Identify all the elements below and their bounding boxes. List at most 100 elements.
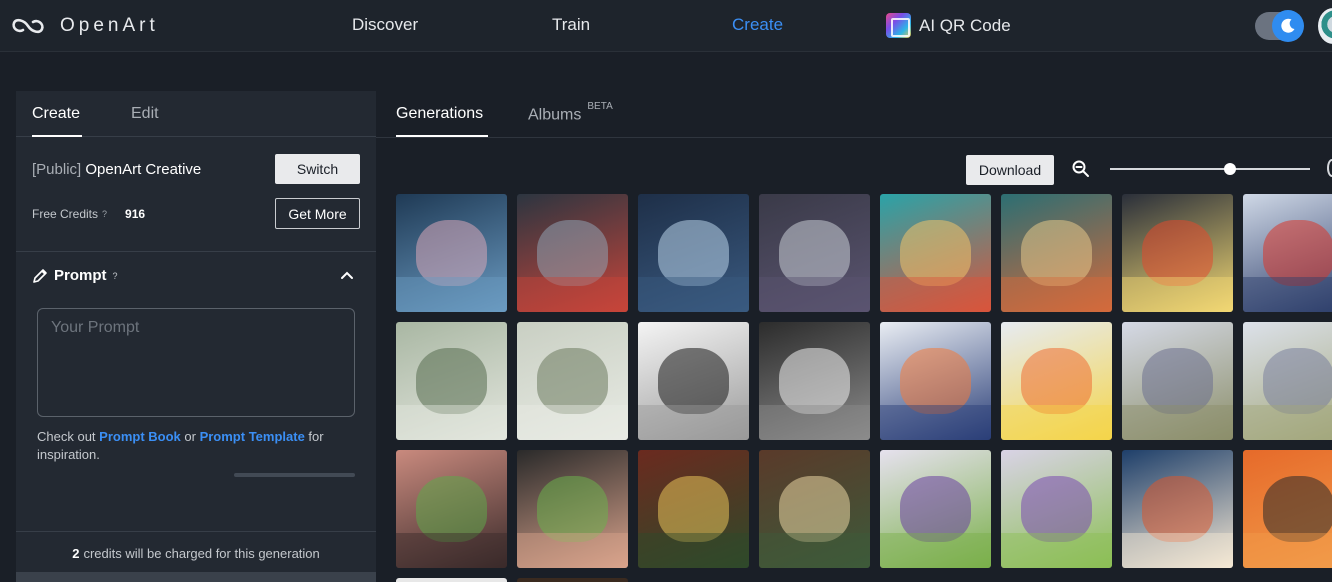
generated-image[interactable]	[517, 578, 628, 582]
zoom-out-icon[interactable]	[1072, 159, 1090, 179]
generate-button[interactable]	[16, 572, 376, 582]
generated-image[interactable]	[1243, 322, 1332, 440]
image-content	[638, 450, 749, 568]
active-tab-indicator	[396, 135, 488, 137]
generated-image[interactable]	[1122, 194, 1233, 312]
qr-code-icon	[886, 13, 911, 38]
zoom-in-icon[interactable]	[1327, 159, 1332, 177]
create-panel: Create Edit [Public] OpenArt Creative Sw…	[16, 91, 376, 582]
charge-count: 2	[72, 545, 80, 561]
model-selector: [Public] OpenArt Creative	[32, 161, 201, 178]
hint-text-pre: Check out	[37, 429, 100, 444]
generated-image[interactable]	[517, 322, 628, 440]
prompt-title: Prompt	[54, 267, 107, 284]
credits-info-icon[interactable]: ?	[102, 209, 107, 219]
image-content	[638, 322, 749, 440]
tab-create[interactable]: Create	[32, 105, 80, 123]
tab-edit[interactable]: Edit	[131, 105, 159, 123]
image-content	[1243, 322, 1332, 440]
free-credits: Free Credits ? 916	[32, 207, 145, 221]
prompt-hint: Check out Prompt Book or Prompt Template…	[37, 428, 357, 464]
image-content	[517, 322, 628, 440]
image-content	[1001, 322, 1112, 440]
generated-image[interactable]	[1122, 450, 1233, 568]
nav-train[interactable]: Train	[552, 15, 590, 35]
generated-image[interactable]	[880, 322, 991, 440]
generated-image[interactable]	[759, 450, 870, 568]
generated-image[interactable]	[396, 450, 507, 568]
image-content	[396, 322, 507, 440]
image-content	[1001, 450, 1112, 568]
top-navbar: OpenArt Discover Train Create AI QR Code	[0, 0, 1332, 52]
model-scope: [Public]	[32, 161, 82, 178]
generated-image[interactable]	[396, 322, 507, 440]
image-content	[396, 450, 507, 568]
generated-image[interactable]	[517, 194, 628, 312]
generated-image[interactable]	[759, 322, 870, 440]
beta-badge: BETA	[587, 101, 613, 112]
generated-image[interactable]	[880, 194, 991, 312]
generated-image[interactable]	[638, 322, 749, 440]
generated-image[interactable]	[517, 450, 628, 568]
generated-image[interactable]	[396, 194, 507, 312]
chevron-up-icon[interactable]	[339, 269, 355, 281]
generated-image[interactable]	[1122, 322, 1233, 440]
image-content	[759, 322, 870, 440]
prompt-book-link[interactable]: Prompt Book	[99, 429, 181, 444]
zoom-slider-track[interactable]	[1110, 168, 1310, 170]
panel-scrollbar[interactable]	[234, 473, 355, 477]
pencil-icon	[33, 268, 47, 283]
nav-ai-qr-code[interactable]: AI QR Code	[886, 13, 1011, 38]
generated-image[interactable]	[396, 578, 507, 582]
hint-text-mid: or	[180, 429, 200, 444]
moon-icon	[1281, 18, 1295, 33]
nav-discover[interactable]: Discover	[352, 15, 418, 35]
generated-image[interactable]	[1243, 194, 1332, 312]
generated-image[interactable]	[1001, 322, 1112, 440]
credit-charge-note: 2 credits will be charged for this gener…	[16, 531, 376, 574]
tab-generations[interactable]: Generations	[396, 105, 483, 123]
image-content	[880, 322, 991, 440]
prompt-input[interactable]	[37, 308, 355, 417]
image-content	[517, 450, 628, 568]
generated-image[interactable]	[1243, 450, 1332, 568]
generated-image[interactable]	[759, 194, 870, 312]
image-content	[396, 194, 507, 312]
image-content	[1001, 194, 1112, 312]
openart-infinity-icon	[12, 18, 44, 34]
switch-model-button[interactable]: Switch	[275, 154, 360, 184]
get-more-credits-button[interactable]: Get More	[275, 198, 360, 229]
image-content	[638, 194, 749, 312]
brand-name: OpenArt	[60, 15, 159, 36]
prompt-header: Prompt ?	[32, 267, 118, 284]
tab-albums[interactable]: Albums BETA	[528, 101, 613, 124]
active-tab-indicator	[32, 135, 82, 137]
image-content	[1243, 450, 1332, 568]
brand-logo[interactable]: OpenArt	[10, 12, 159, 40]
charge-text: credits will be charged for this generat…	[83, 545, 320, 561]
credits-value: 916	[125, 207, 146, 221]
zoom-slider-thumb[interactable]	[1224, 163, 1236, 175]
generated-image[interactable]	[638, 194, 749, 312]
tab-albums-label: Albums	[528, 106, 582, 124]
image-content	[759, 194, 870, 312]
download-button[interactable]: Download	[966, 155, 1054, 185]
image-content	[1122, 194, 1233, 312]
user-avatar[interactable]	[1318, 8, 1332, 44]
image-content	[880, 194, 991, 312]
create-edit-tabs: Create Edit	[16, 91, 376, 137]
image-content	[517, 194, 628, 312]
generated-image[interactable]	[1001, 450, 1112, 568]
nav-ai-qr-code-label: AI QR Code	[919, 15, 1011, 35]
theme-toggle-knob[interactable]	[1272, 10, 1304, 42]
credits-label: Free Credits	[32, 207, 99, 221]
prompt-info-icon[interactable]: ?	[113, 271, 118, 281]
image-content	[880, 450, 991, 568]
generated-image[interactable]	[1001, 194, 1112, 312]
generated-image[interactable]	[638, 450, 749, 568]
divider	[16, 251, 376, 252]
image-content	[759, 450, 870, 568]
nav-create[interactable]: Create	[732, 15, 783, 35]
generated-image[interactable]	[880, 450, 991, 568]
prompt-template-link[interactable]: Prompt Template	[200, 429, 305, 444]
